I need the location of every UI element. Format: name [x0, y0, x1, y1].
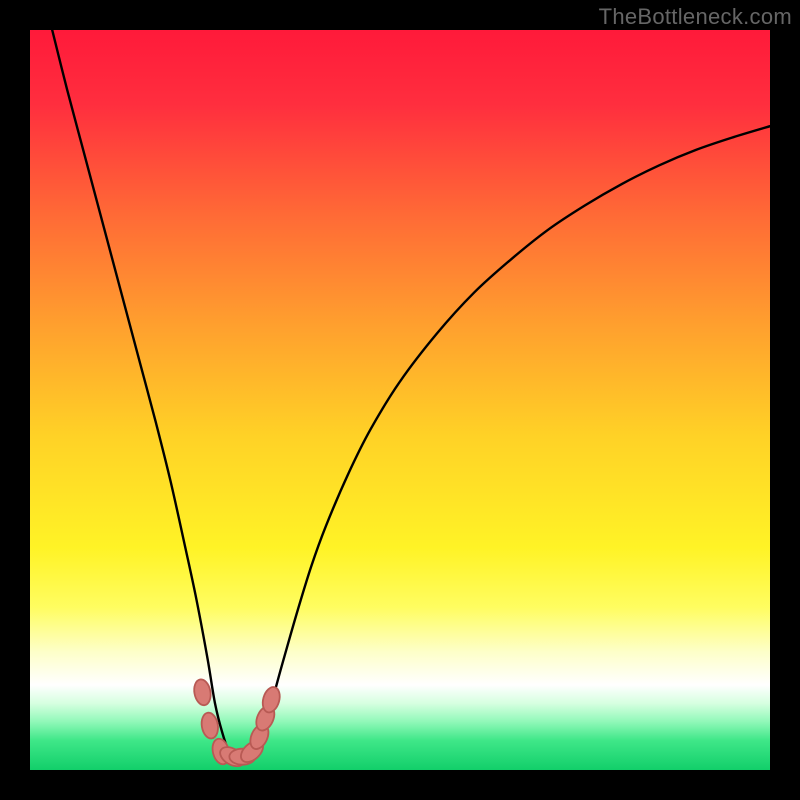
gradient-background — [30, 30, 770, 770]
attribution-label: TheBottleneck.com — [599, 4, 792, 30]
chart-frame: TheBottleneck.com — [0, 0, 800, 800]
plot-area — [30, 30, 770, 770]
chart-svg — [30, 30, 770, 770]
